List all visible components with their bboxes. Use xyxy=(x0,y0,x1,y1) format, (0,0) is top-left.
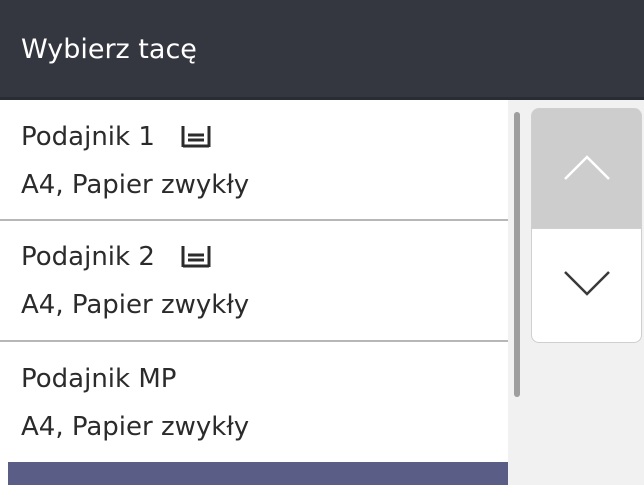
paper-tray-icon xyxy=(181,125,211,149)
paper-tray-icon xyxy=(181,245,211,269)
scroll-panel xyxy=(508,100,644,485)
chevron-up-icon xyxy=(562,152,612,186)
tray-list: Podajnik 1 A4, Papier zwykły Podajnik 2 xyxy=(0,100,508,485)
tray-select-screen: Wybierz tacę Podajnik 1 A4, Papier zwykł… xyxy=(0,0,644,485)
tray-item-name-row: Podajnik 2 xyxy=(21,242,211,272)
tray-item-name: Podajnik 1 xyxy=(21,122,155,152)
tray-item-podajnik-mp[interactable]: Podajnik MP A4, Papier zwykły xyxy=(0,342,508,460)
tray-item-podajnik-1[interactable]: Podajnik 1 A4, Papier zwykły xyxy=(0,100,508,218)
tray-item-name-row: Podajnik 1 xyxy=(21,122,211,152)
scroll-up-button[interactable] xyxy=(531,108,642,229)
tray-item-name-row: Podajnik MP xyxy=(21,364,176,394)
tray-item-podajnik-2[interactable]: Podajnik 2 A4, Papier zwykły xyxy=(0,220,508,338)
chevron-down-icon xyxy=(562,269,612,303)
tray-item-detail: A4, Papier zwykły xyxy=(21,290,250,320)
page-title-text: Wybierz tacę xyxy=(21,34,197,65)
tray-item-next-partial[interactable] xyxy=(8,462,508,485)
tray-item-detail: A4, Papier zwykły xyxy=(21,412,250,442)
tray-item-name: Podajnik 2 xyxy=(21,242,155,272)
page-title: Wybierz tacę xyxy=(0,0,644,100)
tray-item-detail: A4, Papier zwykły xyxy=(21,170,250,200)
scroll-down-button[interactable] xyxy=(531,228,642,343)
tray-item-name: Podajnik MP xyxy=(21,364,177,394)
scrollbar-thumb[interactable] xyxy=(514,112,520,397)
scrollbar[interactable] xyxy=(514,112,520,397)
